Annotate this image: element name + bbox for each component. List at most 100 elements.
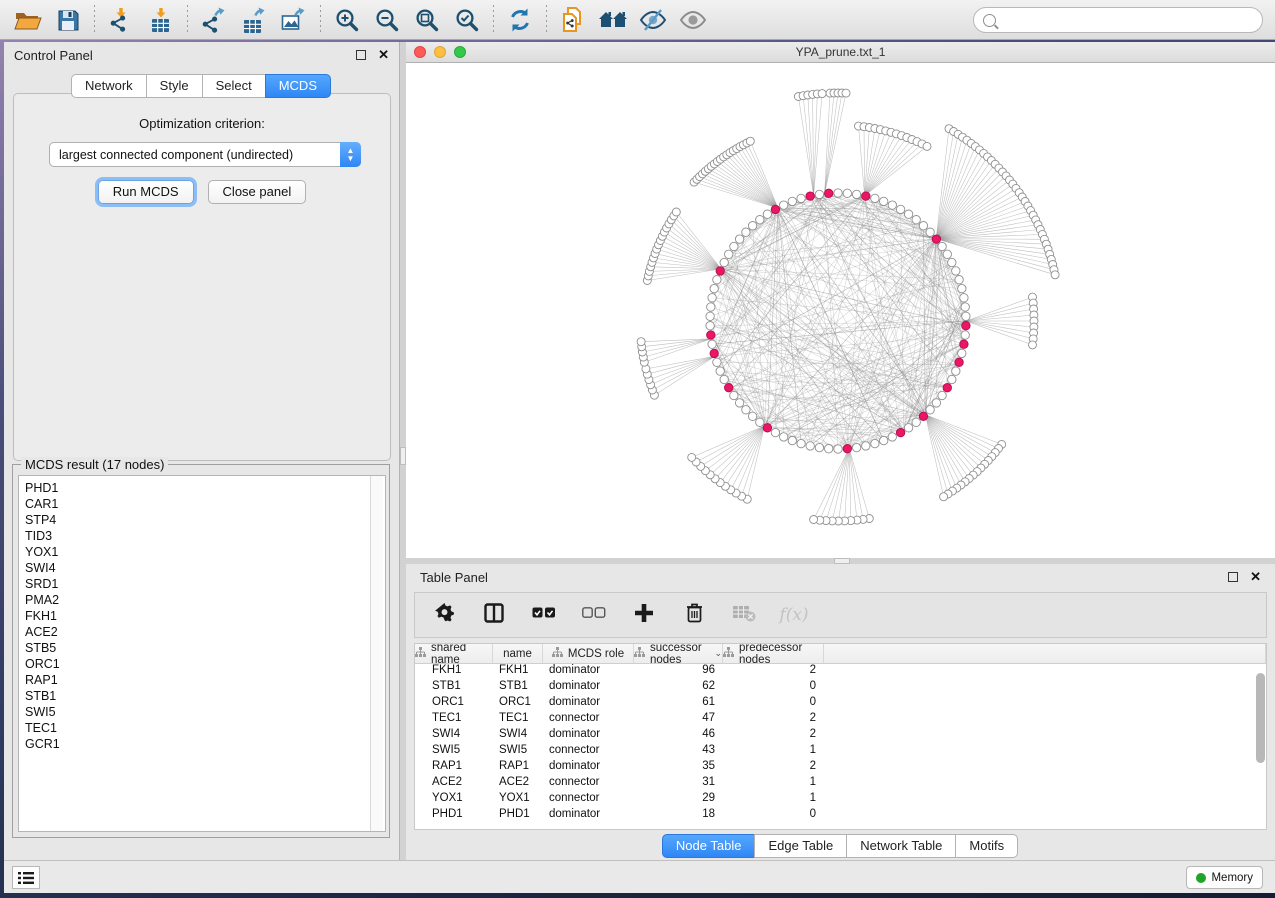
tab-style[interactable]: Style	[146, 74, 203, 98]
hide-graphics-details-button[interactable]	[633, 3, 673, 37]
export-table-button[interactable]	[234, 3, 274, 37]
import-network-button[interactable]	[101, 3, 141, 37]
result-node[interactable]: STB5	[25, 640, 385, 656]
duplicate-network-button[interactable]	[553, 3, 593, 37]
open-ndex-button[interactable]	[593, 3, 633, 37]
cell-name: RAP1	[493, 760, 543, 776]
cell-name: SWI4	[493, 728, 543, 744]
run-mcds-button[interactable]: Run MCDS	[98, 180, 194, 204]
result-node[interactable]: GCR1	[25, 736, 385, 752]
result-node[interactable]: TID3	[25, 528, 385, 544]
column-header-successor-nodes[interactable]: successor nodes⌄	[634, 644, 723, 663]
zoom-in-icon	[334, 7, 360, 33]
result-scrollbar[interactable]	[370, 476, 383, 831]
result-node[interactable]: CAR1	[25, 496, 385, 512]
node-table[interactable]: shared name name MCDS rolesuccessor nodes⌄…	[414, 643, 1267, 830]
table-row[interactable]: RAP1RAP1dominator352	[415, 760, 1266, 776]
tab-select[interactable]: Select	[202, 74, 266, 98]
table-row[interactable]: SWI5SWI5connector431	[415, 744, 1266, 760]
zoom-selected-button[interactable]	[447, 3, 487, 37]
table-row[interactable]: PHD1PHD1dominator180	[415, 808, 1266, 824]
show-graphics-details-button[interactable]	[673, 3, 713, 37]
result-node[interactable]: SWI5	[25, 704, 385, 720]
result-node[interactable]: YOX1	[25, 544, 385, 560]
tab-mcds[interactable]: MCDS	[265, 74, 331, 98]
delete-column-button[interactable]	[681, 602, 707, 628]
result-node[interactable]: TEC1	[25, 720, 385, 736]
result-node[interactable]: STB1	[25, 688, 385, 704]
cell-name: YOX1	[493, 792, 543, 808]
close-panel-icon[interactable]: ✕	[378, 47, 389, 63]
network-title: YPA_prune.txt_1	[406, 45, 1275, 59]
export-image-button[interactable]	[274, 3, 314, 37]
cell-successor-nodes: 31	[634, 776, 723, 792]
mcds-result-list[interactable]: PHD1CAR1STP4TID3YOX1SWI4SRD1PMA2FKH1ACE2…	[18, 475, 386, 832]
network-titlebar[interactable]: YPA_prune.txt_1	[406, 42, 1275, 63]
table-scrollbar[interactable]	[1255, 669, 1266, 824]
open-file-button[interactable]	[8, 3, 48, 37]
result-node[interactable]: RAP1	[25, 672, 385, 688]
cell-predecessor-nodes: 2	[723, 760, 824, 776]
task-history-button[interactable]	[12, 866, 40, 889]
tab-network[interactable]: Network	[71, 74, 147, 98]
close-panel-button[interactable]: Close panel	[208, 180, 307, 204]
table-scrollbar-thumb[interactable]	[1256, 673, 1265, 763]
list-icon	[18, 871, 34, 885]
table-row[interactable]: ORC1ORC1dominator610	[415, 696, 1266, 712]
search-input[interactable]	[1001, 13, 1262, 27]
result-node[interactable]: FKH1	[25, 608, 385, 624]
apply-layout-button[interactable]	[500, 3, 540, 37]
table-options-button[interactable]	[431, 602, 457, 628]
import-table-button[interactable]	[141, 3, 181, 37]
cell-MCDS-role: dominator	[543, 680, 634, 696]
table-row[interactable]: TEC1TEC1connector472	[415, 712, 1266, 728]
table-row[interactable]: ACE2ACE2connector311	[415, 776, 1266, 792]
column-header-shared-name[interactable]: shared name	[415, 644, 493, 663]
column-header-predecessor-nodes[interactable]: predecessor nodes	[723, 644, 824, 663]
export-network-button[interactable]	[194, 3, 234, 37]
float-panel-icon[interactable]	[356, 50, 366, 60]
result-node[interactable]: PMA2	[25, 592, 385, 608]
zoom-fit-button[interactable]	[407, 3, 447, 37]
table-tab-network-table[interactable]: Network Table	[846, 834, 956, 858]
table-tab-motifs[interactable]: Motifs	[955, 834, 1018, 858]
search-field[interactable]	[973, 7, 1263, 33]
table-row[interactable]: YOX1YOX1connector291	[415, 792, 1266, 808]
sitemap-icon	[552, 647, 563, 660]
result-node[interactable]: SWI4	[25, 560, 385, 576]
column-header-name[interactable]: name	[493, 644, 543, 663]
table-row[interactable]: FKH1FKH1dominator962	[415, 664, 1266, 680]
cell-successor-nodes: 46	[634, 728, 723, 744]
control-panel-title: Control Panel	[14, 48, 356, 63]
deselect-all-button[interactable]	[581, 602, 607, 628]
optimization-dropdown[interactable]: largest connected component (undirected)…	[49, 142, 361, 167]
zoom-in-button[interactable]	[327, 3, 367, 37]
dropdown-value: largest connected component (undirected)	[50, 148, 340, 162]
cell-predecessor-nodes: 0	[723, 808, 824, 824]
network-canvas[interactable]	[406, 63, 1275, 557]
network-graph[interactable]	[406, 63, 1275, 557]
show-columns-button[interactable]	[481, 602, 507, 628]
save-session-button[interactable]	[48, 3, 88, 37]
table-tab-node-table[interactable]: Node Table	[662, 834, 756, 858]
column-header-MCDS-role[interactable]: MCDS role	[543, 644, 634, 663]
cell-predecessor-nodes: 2	[723, 728, 824, 744]
select-all-button[interactable]	[531, 602, 557, 628]
table-close-icon[interactable]: ✕	[1250, 569, 1261, 585]
result-node[interactable]: PHD1	[25, 480, 385, 496]
table-tab-edge-table[interactable]: Edge Table	[754, 834, 847, 858]
zoom-out-button[interactable]	[367, 3, 407, 37]
result-node[interactable]: ORC1	[25, 656, 385, 672]
memory-button[interactable]: Memory	[1186, 866, 1263, 889]
columns-icon	[484, 603, 504, 628]
result-node[interactable]: SRD1	[25, 576, 385, 592]
table-row[interactable]: SWI4SWI4dominator462	[415, 728, 1266, 744]
cell-shared-name: ORC1	[415, 696, 493, 712]
table-row[interactable]: STB1STB1dominator620	[415, 680, 1266, 696]
column-label: name	[503, 648, 532, 660]
table-float-icon[interactable]	[1228, 572, 1238, 582]
result-node[interactable]: ACE2	[25, 624, 385, 640]
add-column-button[interactable]	[631, 602, 657, 628]
zoom-fit-icon	[414, 7, 440, 33]
result-node[interactable]: STP4	[25, 512, 385, 528]
